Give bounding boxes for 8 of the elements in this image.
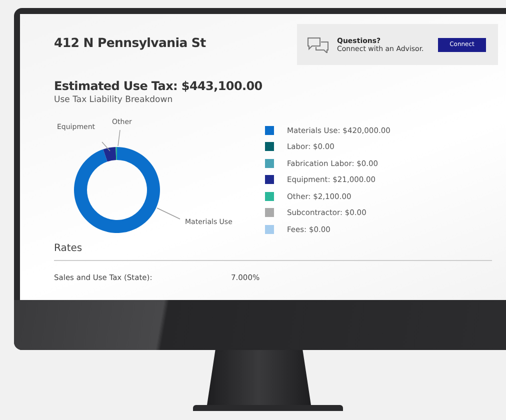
leader-line <box>118 130 120 146</box>
chat-bubbles-icon <box>307 36 329 52</box>
property-address: 412 N Pennsylvania St <box>54 35 206 50</box>
breakdown-subtitle: Use Tax Liability Breakdown <box>54 95 174 105</box>
leader-line <box>156 208 180 220</box>
leader-line <box>102 142 110 152</box>
estimated-tax-title: Estimated Use Tax: $443,100.00 <box>54 79 264 93</box>
rates-heading: Rates <box>54 243 492 261</box>
